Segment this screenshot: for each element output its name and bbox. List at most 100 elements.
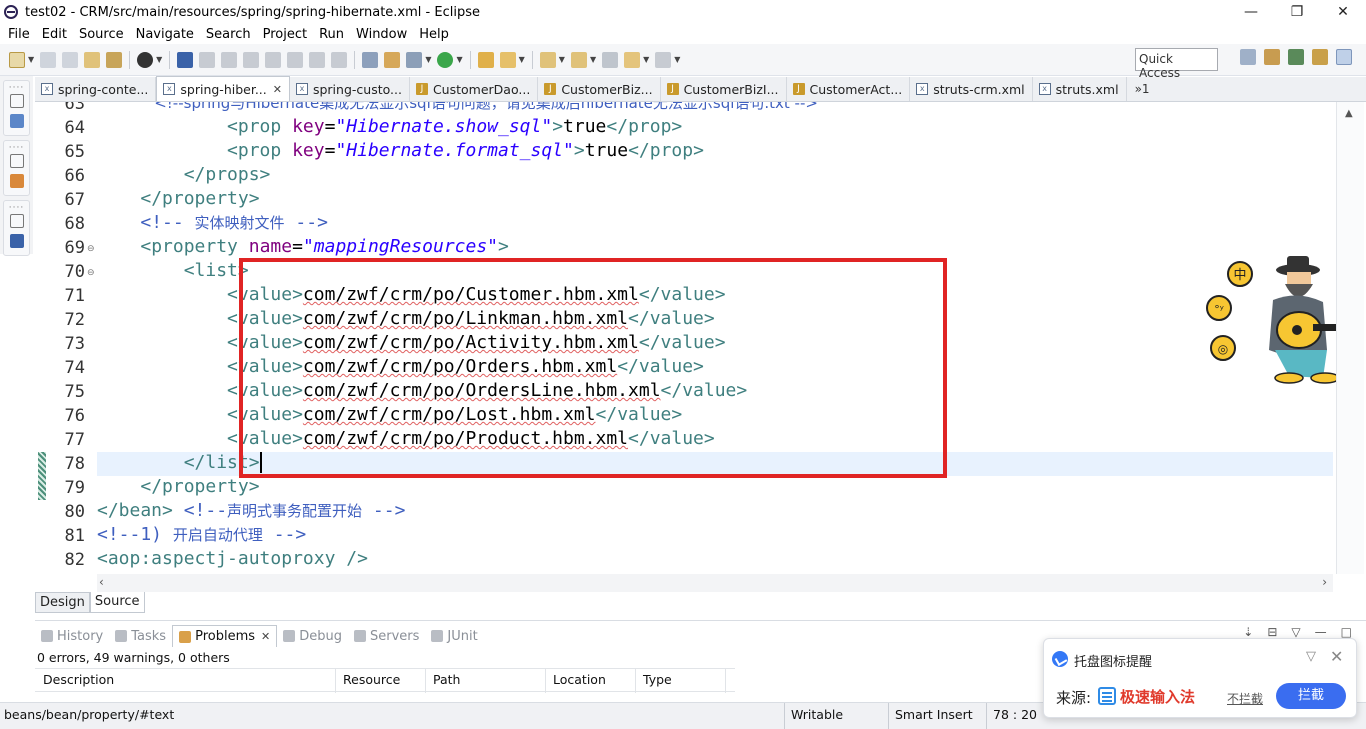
column-description[interactable]: Description — [43, 672, 114, 692]
run-icon[interactable] — [437, 51, 454, 68]
step-return-icon[interactable] — [331, 51, 348, 68]
tab-tasks[interactable]: Tasks — [109, 625, 172, 647]
tab-problems[interactable]: Problems ✕ — [172, 625, 278, 647]
back-icon[interactable] — [624, 51, 641, 68]
server-icon[interactable] — [406, 51, 423, 68]
restore-icon[interactable] — [9, 94, 24, 108]
filter-icon[interactable]: ⊟ — [1267, 625, 1277, 639]
tab-customer-dao[interactable]: J CustomerDao... — [410, 77, 539, 101]
vertical-scrollbar[interactable]: ▲ — [1336, 102, 1364, 574]
quick-access-input[interactable]: Quick Access — [1135, 48, 1218, 80]
maximize-view-icon[interactable]: □ — [1341, 625, 1352, 639]
focus-icon[interactable]: ⇣ — [1243, 625, 1253, 639]
column-location[interactable]: Location — [553, 672, 606, 692]
column-type[interactable]: Type — [643, 672, 672, 692]
tab-design[interactable]: Design — [35, 592, 90, 613]
column-separator[interactable] — [425, 669, 426, 693]
save-icon[interactable] — [40, 51, 57, 68]
restore-icon[interactable] — [9, 154, 24, 168]
debug-config-dropdown-icon[interactable]: ▼ — [156, 55, 162, 64]
column-separator[interactable] — [545, 669, 546, 693]
xml-editor[interactable]: 63 64 65 66 67 68 69 ⊖ 70 ⊖ 71 72 73 74 … — [35, 102, 1366, 592]
maximize-button[interactable]: ❐ — [1274, 0, 1320, 24]
menu-source[interactable]: Source — [73, 27, 130, 42]
new-icon[interactable] — [9, 51, 25, 68]
close-tab-icon[interactable]: ✕ — [261, 630, 270, 643]
server-dropdown-icon[interactable]: ▼ — [425, 55, 431, 64]
prev-annotation-icon[interactable] — [570, 51, 587, 68]
console-icon[interactable] — [177, 51, 194, 68]
menu-project[interactable]: Project — [257, 27, 313, 42]
menu-search[interactable]: Search — [200, 27, 257, 42]
build-icon[interactable] — [84, 51, 101, 68]
package-explorer-icon[interactable] — [9, 114, 24, 128]
horizontal-scrollbar[interactable]: ‹ › — [97, 574, 1333, 592]
column-separator[interactable] — [635, 669, 636, 693]
column-resource[interactable]: Resource — [343, 672, 400, 692]
outline-icon[interactable] — [9, 174, 24, 188]
minimize-button[interactable]: — — [1228, 0, 1274, 24]
tab-history[interactable]: History — [35, 625, 109, 647]
open-type-icon[interactable] — [477, 51, 494, 68]
fold-toggle-icon[interactable]: ⊖ — [87, 244, 95, 254]
next-annotation-icon[interactable] — [539, 51, 556, 68]
forward-icon[interactable] — [655, 51, 672, 68]
minimize-view-icon[interactable]: — — [1315, 625, 1327, 639]
view-menu-icon[interactable]: ▽ — [1291, 625, 1300, 639]
close-button[interactable]: ✕ — [1320, 0, 1366, 24]
open-task-icon[interactable] — [499, 51, 516, 68]
toggle-mark-icon[interactable] — [384, 51, 401, 68]
menu-window[interactable]: Window — [350, 27, 413, 42]
java-perspective-icon[interactable] — [1336, 49, 1352, 65]
save-all-icon[interactable] — [62, 51, 79, 68]
team-perspective-icon[interactable] — [1312, 49, 1328, 65]
ime-collapse-icon[interactable]: ▽ — [1306, 649, 1316, 664]
tab-junit[interactable]: JUnit — [425, 625, 483, 647]
console-view-icon[interactable] — [9, 234, 24, 248]
skip-breakpoints-icon[interactable] — [199, 51, 216, 68]
suspend-icon[interactable] — [243, 51, 260, 68]
back-dropdown-icon[interactable]: ▼ — [643, 55, 649, 64]
scroll-right-icon[interactable]: › — [1322, 575, 1327, 589]
menu-edit[interactable]: Edit — [36, 27, 73, 42]
tab-struts-crm[interactable]: x struts-crm.xml — [910, 77, 1033, 101]
drag-handle-icon[interactable]: ···· — [9, 84, 24, 93]
tab-customer-action[interactable]: J CustomerAct... — [787, 77, 911, 101]
tab-spring-hibernate[interactable]: x spring-hiber... ✕ — [156, 76, 290, 101]
run-dropdown-icon[interactable]: ▼ — [456, 55, 462, 64]
tab-struts[interactable]: x struts.xml — [1033, 77, 1127, 101]
scroll-left-icon[interactable]: ‹ — [99, 575, 104, 589]
column-path[interactable]: Path — [433, 672, 460, 692]
debug-perspective-icon[interactable] — [1288, 49, 1304, 65]
close-tab-icon[interactable]: ✕ — [273, 83, 282, 96]
debug-config-icon[interactable] — [137, 51, 154, 68]
menu-navigate[interactable]: Navigate — [130, 27, 200, 42]
column-separator[interactable] — [725, 669, 726, 693]
ime-no-block-link[interactable]: 不拦截 — [1227, 690, 1263, 707]
forward-dropdown-icon[interactable]: ▼ — [674, 55, 680, 64]
prev-annotation-dropdown-icon[interactable]: ▼ — [590, 55, 596, 64]
tab-spring-context[interactable]: x spring-conte... — [35, 77, 157, 101]
tab-servers[interactable]: Servers — [348, 625, 425, 647]
java-ee-perspective-icon[interactable] — [1264, 49, 1280, 65]
tab-overflow-button[interactable]: »1 — [1135, 82, 1150, 96]
tab-customer-biz-impl[interactable]: J CustomerBizI... — [661, 77, 787, 101]
terminate-icon[interactable] — [265, 51, 282, 68]
ime-block-button[interactable]: 拦截 — [1276, 683, 1346, 709]
task-dropdown-icon[interactable]: ▼ — [519, 55, 525, 64]
fold-toggle-icon[interactable]: ⊖ — [87, 268, 95, 278]
scroll-up-icon[interactable]: ▲ — [1345, 108, 1353, 119]
tab-source[interactable]: Source — [89, 592, 145, 613]
resume-icon[interactable] — [221, 51, 238, 68]
step-into-icon[interactable] — [287, 51, 304, 68]
last-edit-icon[interactable] — [602, 51, 619, 68]
menu-file[interactable]: File — [2, 27, 36, 42]
ime-close-icon[interactable]: ✕ — [1330, 647, 1343, 666]
step-over-icon[interactable] — [309, 51, 326, 68]
tab-debug[interactable]: Debug — [277, 625, 348, 647]
new-dropdown-icon[interactable]: ▼ — [28, 55, 34, 64]
tab-spring-customer[interactable]: x spring-custo... — [290, 77, 410, 101]
drag-handle-icon[interactable]: ···· — [9, 144, 24, 153]
menu-help[interactable]: Help — [413, 27, 455, 42]
format-icon[interactable] — [362, 51, 379, 68]
